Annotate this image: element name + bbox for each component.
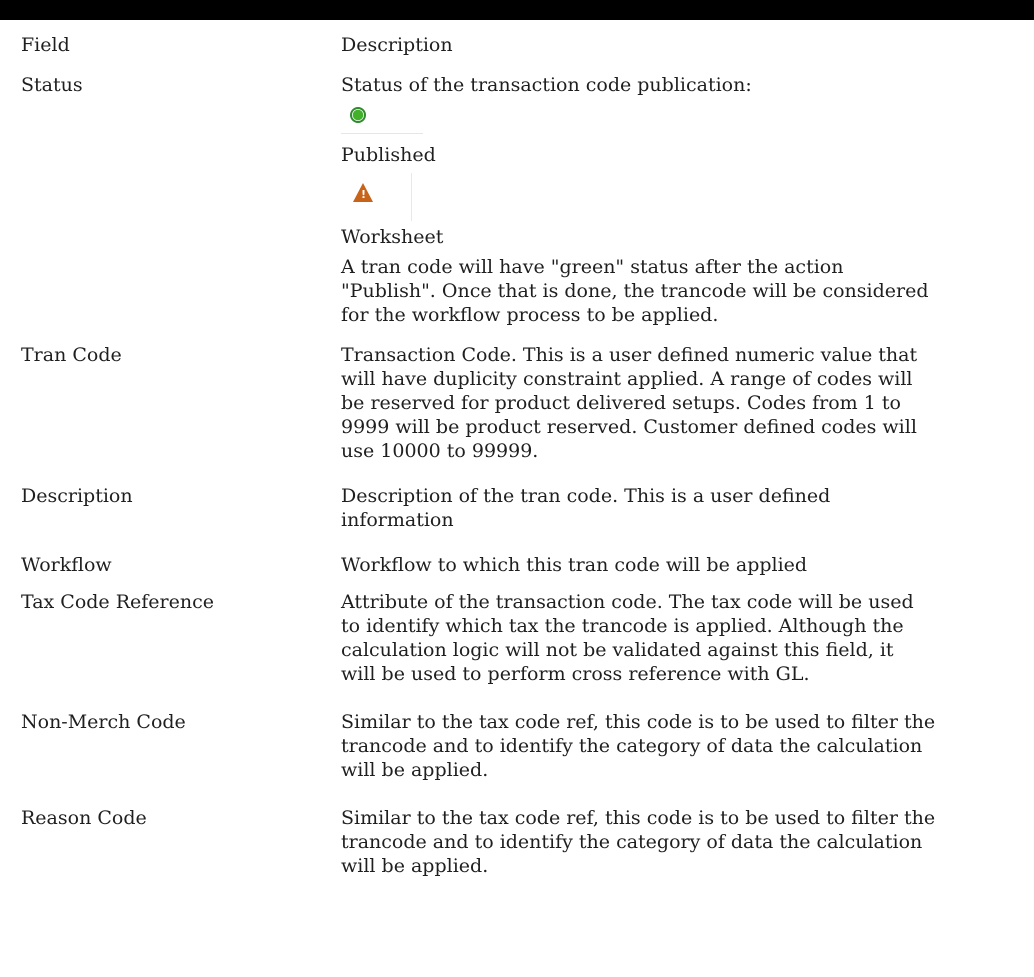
published-icon-wrap bbox=[341, 97, 1026, 139]
description-line: trancode and to identify the category of… bbox=[341, 831, 923, 853]
row-description: Status of the transaction code publicati… bbox=[338, 60, 1034, 327]
row-description: Similar to the tax code ref, this code i… bbox=[338, 694, 1034, 790]
table-row-reason-code: Reason Code Similar to the tax code ref,… bbox=[0, 790, 1034, 886]
row-field-label: Tax Code Reference bbox=[21, 591, 214, 613]
table-header-row: Field Description bbox=[0, 20, 1034, 60]
icon-divider bbox=[341, 133, 423, 134]
description-line: Similar to the tax code ref, this code i… bbox=[341, 807, 936, 829]
table-row-description: Description Description of the tran code… bbox=[0, 471, 1034, 540]
description-line: use 10000 to 99999. bbox=[341, 440, 539, 462]
description-line: Workflow to which this tran code will be… bbox=[341, 554, 808, 576]
header-field: Field bbox=[21, 34, 70, 56]
row-field-label: Reason Code bbox=[21, 807, 147, 829]
description-line: be reserved for product delivered setups… bbox=[341, 392, 901, 414]
row-description: Transaction Code. This is a user defined… bbox=[338, 327, 1034, 471]
row-field-label: Status bbox=[21, 74, 83, 96]
row-description: Description of the tran code. This is a … bbox=[338, 471, 1034, 540]
table-row-status: Status Status of the transaction code pu… bbox=[0, 60, 1034, 327]
description-line: to identify which tax the trancode is ap… bbox=[341, 615, 904, 637]
table-row-tran-code: Tran Code Transaction Code. This is a us… bbox=[0, 327, 1034, 471]
table-row-workflow: Workflow Workflow to which this tran cod… bbox=[0, 540, 1034, 577]
description-line: Similar to the tax code ref, this code i… bbox=[341, 711, 936, 733]
icon-divider bbox=[411, 173, 412, 221]
row-description: Attribute of the transaction code. The t… bbox=[338, 577, 1034, 694]
row-description: Workflow to which this tran code will be… bbox=[338, 540, 1034, 577]
table-row-non-merch-code: Non-Merch Code Similar to the tax code r… bbox=[0, 694, 1034, 790]
worksheet-label: Worksheet bbox=[341, 226, 444, 248]
row-description: Similar to the tax code ref, this code i… bbox=[338, 790, 1034, 886]
field-description-table: Field Description Status Status of the t… bbox=[0, 20, 1034, 886]
status-note-line: "Publish". Once that is done, the tranco… bbox=[341, 280, 929, 302]
status-note: A tran code will have "green" status aft… bbox=[341, 255, 1026, 327]
status-note-line: A tran code will have "green" status aft… bbox=[341, 256, 844, 278]
table-row-tax-code-reference: Tax Code Reference Attribute of the tran… bbox=[0, 577, 1034, 694]
description-line: will be applied. bbox=[341, 759, 489, 781]
green-circle-icon bbox=[350, 107, 366, 123]
description-line: 9999 will be product reserved. Customer … bbox=[341, 416, 917, 438]
top-rule bbox=[0, 0, 1034, 20]
header-description: Description bbox=[341, 34, 453, 56]
description-line: trancode and to identify the category of… bbox=[341, 735, 923, 757]
description-line: Attribute of the transaction code. The t… bbox=[341, 591, 914, 613]
worksheet-icon-wrap: ! bbox=[341, 171, 1026, 221]
status-intro-text: Status of the transaction code publicati… bbox=[341, 74, 752, 96]
published-label: Published bbox=[341, 144, 436, 166]
status-note-line: for the workflow process to be applied. bbox=[341, 304, 719, 326]
description-line: information bbox=[341, 509, 454, 531]
exclamation-mark: ! bbox=[361, 188, 367, 201]
row-field-label: Non-Merch Code bbox=[21, 711, 186, 733]
row-field-label: Description bbox=[21, 485, 133, 507]
description-line: Description of the tran code. This is a … bbox=[341, 485, 831, 507]
description-line: will have duplicity constraint applied. … bbox=[341, 368, 913, 390]
description-line: calculation logic will not be validated … bbox=[341, 639, 894, 661]
row-field-label: Tran Code bbox=[21, 344, 122, 366]
row-field-label: Workflow bbox=[21, 554, 112, 576]
description-line: Transaction Code. This is a user defined… bbox=[341, 344, 918, 366]
description-line: will be applied. bbox=[341, 855, 489, 877]
description-line: will be used to perform cross reference … bbox=[341, 663, 810, 685]
